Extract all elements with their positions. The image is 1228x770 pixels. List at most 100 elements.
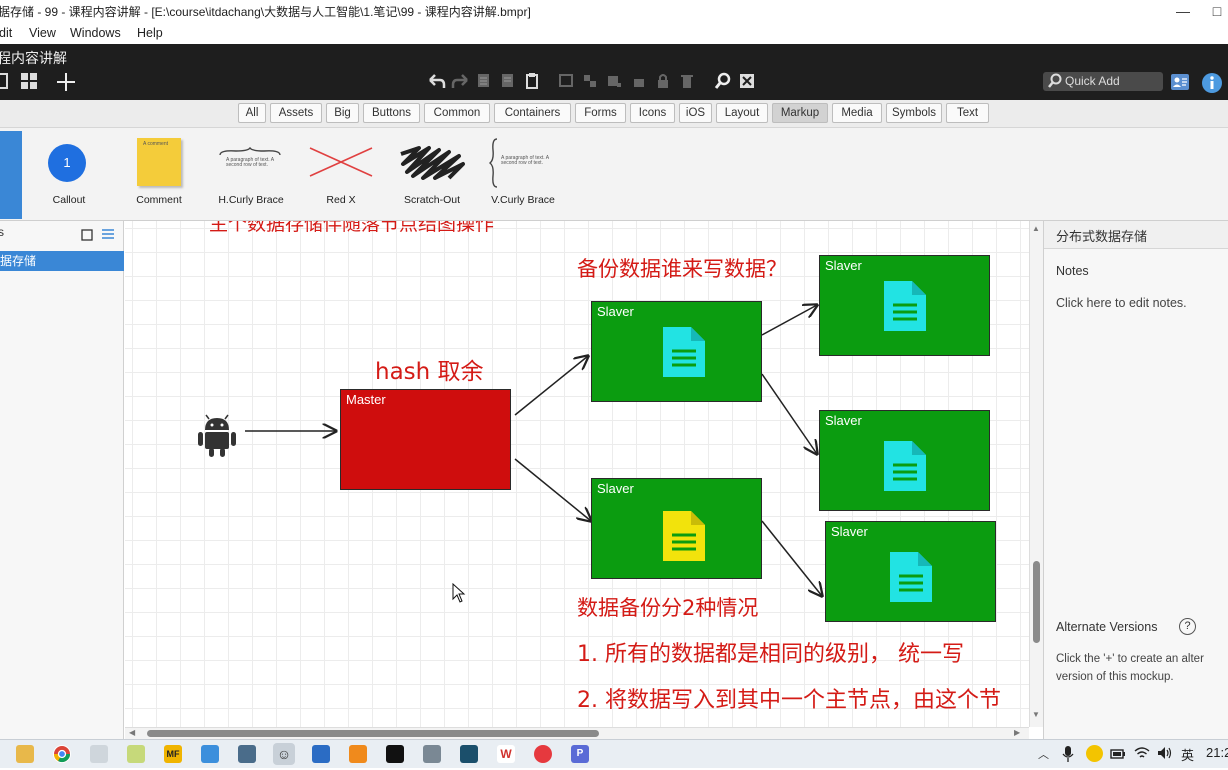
align-icon[interactable] [632, 72, 646, 96]
canvas-vertical-scrollbar[interactable]: ▲ ▼ [1029, 221, 1043, 727]
canvas-horizontal-scrollbar[interactable]: ◀ ▶ [125, 727, 1029, 739]
tab-buttons[interactable]: Buttons [363, 103, 420, 123]
tab-common[interactable]: Common [424, 103, 490, 123]
tab-big[interactable]: Big [326, 103, 359, 123]
red-x-component[interactable] [308, 144, 374, 180]
notes-field[interactable]: Click here to edit notes. [1056, 296, 1187, 310]
maximize-button[interactable]: □ [1200, 0, 1228, 24]
scroll-up-icon[interactable]: ▲ [1032, 224, 1040, 233]
selected-library-item[interactable] [0, 131, 22, 219]
chevron-up-icon[interactable]: ︿ [1038, 746, 1049, 762]
tab-forms[interactable]: Forms [575, 103, 626, 123]
tab-text[interactable]: Text [946, 103, 989, 123]
annotation-backup-cases[interactable]: 数据备份分2种情况 [577, 592, 758, 622]
align-icon[interactable] [606, 72, 622, 96]
notepad-icon[interactable] [127, 745, 145, 763]
tab-markup[interactable]: Markup [772, 103, 828, 123]
clipboard-icon[interactable] [524, 72, 540, 96]
document-tab-title[interactable]: 程内容讲解 [0, 47, 67, 69]
android-icon[interactable] [197, 414, 237, 463]
tab-all[interactable]: All [238, 103, 266, 123]
quick-add-input[interactable]: Quick Add [1043, 72, 1163, 91]
intellij-icon[interactable] [386, 745, 404, 763]
clock[interactable]: 21:2 [1206, 745, 1228, 760]
grid-icon[interactable] [19, 72, 39, 96]
master-node-label: Master [346, 392, 386, 407]
scratch-out-component[interactable] [399, 144, 465, 180]
annotation-top-cut[interactable]: 主个数据存储伴随落节点结图操作 [209, 221, 494, 236]
menu-help[interactable]: Help [137, 24, 163, 42]
h-curly-brace-component[interactable]: A paragraph of text. A second row of tex… [218, 146, 282, 182]
tab-media[interactable]: Media [832, 103, 882, 123]
chrome-icon[interactable] [53, 745, 71, 763]
tab-assets[interactable]: Assets [270, 103, 322, 123]
slaver-node[interactable]: Slaver [819, 255, 990, 356]
master-node[interactable]: Master [340, 389, 511, 490]
app-icon[interactable] [238, 745, 256, 763]
tab-ios[interactable]: iOS [679, 103, 712, 123]
app-icon[interactable] [201, 745, 219, 763]
comment-component[interactable]: A comment [137, 138, 181, 186]
scroll-right-icon[interactable]: ▶ [1014, 728, 1020, 737]
slaver-node[interactable]: Slaver [591, 301, 762, 402]
battery-icon[interactable] [1110, 747, 1126, 765]
file-explorer-icon[interactable] [16, 745, 34, 763]
app-icon[interactable] [312, 745, 330, 763]
tab-icons[interactable]: Icons [630, 103, 675, 123]
settings-icon[interactable] [90, 745, 108, 763]
tab-layout[interactable]: Layout [716, 103, 768, 123]
menu-edit[interactable]: dit [0, 24, 12, 42]
volume-icon[interactable] [1157, 746, 1173, 765]
app-icon[interactable] [460, 745, 478, 763]
undo-icon[interactable] [426, 72, 446, 96]
ungroup-icon[interactable] [582, 72, 598, 96]
redo-icon[interactable] [451, 72, 471, 96]
help-icon[interactable]: ? [1179, 618, 1196, 635]
slaver-node[interactable]: Slaver [591, 478, 762, 579]
callout-component[interactable]: 1 [46, 142, 88, 184]
emoji-icon[interactable]: ☺ [273, 743, 295, 765]
microphone-icon[interactable] [1062, 745, 1074, 768]
scroll-down-icon[interactable]: ▼ [1032, 710, 1040, 719]
app-icon[interactable]: P [571, 745, 589, 763]
lock-icon[interactable] [656, 72, 670, 96]
mockup-list-item[interactable]: 据存储 [0, 251, 124, 271]
wps-icon[interactable]: W [497, 745, 515, 763]
search-icon[interactable] [714, 72, 732, 96]
slaver-node[interactable]: Slaver [819, 410, 990, 511]
user-icon[interactable] [1169, 72, 1191, 96]
list-view-icon[interactable] [101, 227, 115, 246]
close-icon[interactable] [738, 72, 756, 96]
horizontal-scroll-thumb[interactable] [147, 730, 599, 737]
v-curly-brace-component[interactable]: A paragraph of text. A second row of tex… [488, 138, 553, 188]
vertical-scroll-thumb[interactable] [1033, 561, 1040, 643]
annotation-case-2[interactable]: 2. 将数据写入到其中一个主节点，由这个节 [577, 682, 1001, 714]
menu-view[interactable]: View [29, 24, 56, 42]
wifi-icon[interactable] [1134, 746, 1150, 765]
scroll-left-icon[interactable]: ◀ [129, 728, 135, 737]
info-icon[interactable] [1201, 72, 1223, 96]
app-icon[interactable] [423, 745, 441, 763]
minimize-button[interactable]: — [1166, 0, 1200, 24]
status-icon[interactable] [1086, 745, 1103, 762]
app-icon[interactable]: MF [164, 745, 182, 763]
slaver-node[interactable]: Slaver [825, 521, 996, 622]
paste-icon[interactable] [500, 72, 516, 96]
menu-windows[interactable]: Windows [70, 24, 121, 42]
view-toggle-icon[interactable] [0, 72, 10, 96]
group-icon[interactable] [558, 72, 574, 96]
mockup-canvas[interactable]: 主个数据存储伴随落节点结图操作 备份数据谁来写数据？ hash 取余 数据备份分… [125, 221, 1029, 727]
app-icon[interactable] [349, 745, 367, 763]
app-icon[interactable] [534, 745, 552, 763]
copy-icon[interactable] [476, 72, 492, 96]
mockup-title[interactable]: 分布式数据存储 [1056, 226, 1147, 245]
annotation-case-1[interactable]: 1. 所有的数据都是相同的级别， 统一写 [577, 636, 964, 668]
tab-containers[interactable]: Containers [494, 103, 571, 123]
single-view-icon[interactable] [81, 228, 93, 246]
delete-icon[interactable] [680, 72, 694, 96]
ime-indicator[interactable]: 英 [1181, 745, 1194, 764]
tab-symbols[interactable]: Symbols [886, 103, 942, 123]
annotation-who-writes[interactable]: 备份数据谁来写数据？ [577, 253, 787, 283]
annotation-hash[interactable]: hash 取余 [375, 352, 484, 386]
add-icon[interactable] [56, 72, 76, 96]
